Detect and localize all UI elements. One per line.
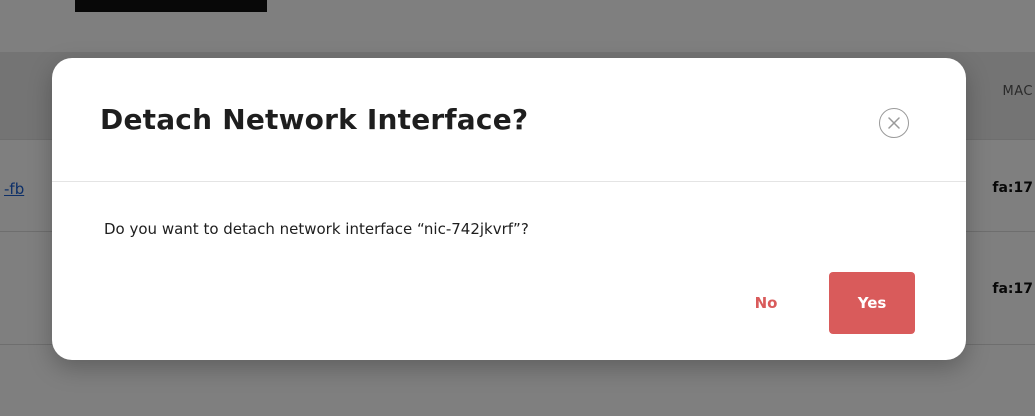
dialog-message: Do you want to detach network interface …	[104, 220, 529, 238]
detach-dialog: Detach Network Interface? Do you want to…	[52, 58, 966, 360]
dialog-header: Detach Network Interface?	[52, 58, 966, 182]
no-button[interactable]: No	[742, 272, 790, 334]
yes-button[interactable]: Yes	[829, 272, 915, 334]
dialog-title: Detach Network Interface?	[100, 103, 529, 136]
close-icon	[888, 117, 900, 129]
close-button[interactable]	[879, 108, 909, 138]
